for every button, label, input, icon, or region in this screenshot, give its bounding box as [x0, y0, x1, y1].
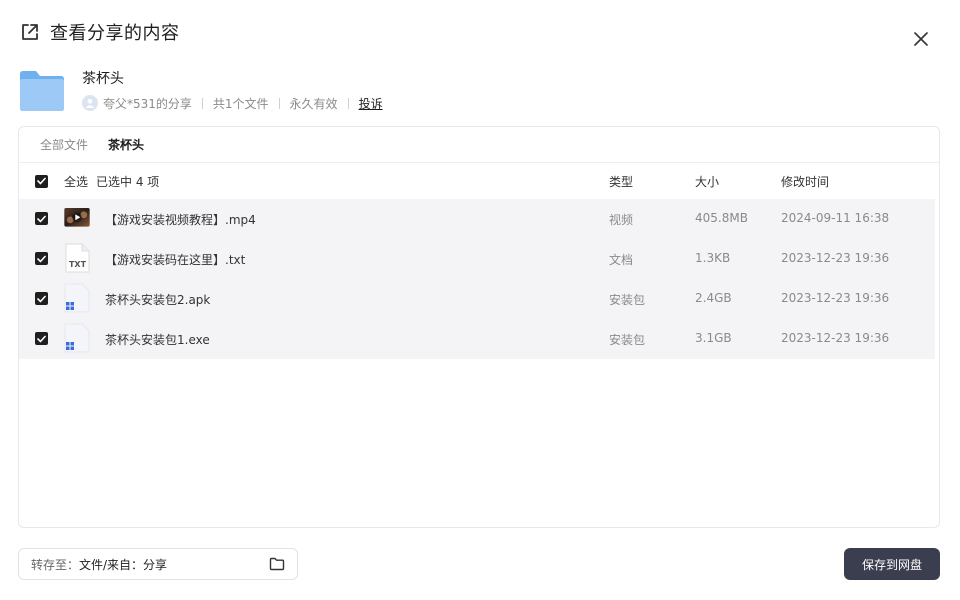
file-modified-time: 2023-12-23 19:36 [781, 291, 890, 305]
meta-divider [347, 97, 349, 109]
sharer-name: 夸父*531的分享 [103, 96, 192, 111]
file-name: 茶杯头安装包1.exe [105, 333, 210, 347]
validity-label: 永久有效 [289, 96, 338, 111]
save-to-label: 转存至： [31, 557, 80, 572]
select-all-checkbox[interactable] [35, 174, 48, 188]
save-to-path: 文件/来自：分享 [79, 557, 168, 572]
dialog-title: 查看分享的内容 [50, 23, 180, 44]
checkmark-icon [37, 335, 46, 342]
file-size: 2.4GB [695, 291, 732, 305]
folder-outline-icon[interactable] [269, 557, 285, 571]
app-package-icon [64, 283, 90, 313]
column-header-time[interactable]: 修改时间 [781, 173, 829, 190]
share-meta: 夸父*531的分享 共1个文件 永久有效 投诉 [82, 94, 383, 112]
file-list: 【游戏安装视频教程】.mp4 视频 405.8MB 2024-09-11 16:… [19, 199, 939, 359]
breadcrumb: 全部文件 茶杯头 [19, 127, 939, 163]
file-name: 茶杯头安装包2.apk [105, 293, 211, 307]
row-checkbox-wrap [35, 332, 48, 345]
row-checkbox[interactable] [35, 292, 48, 305]
save-destination[interactable]: 转存至： 文件/来自：分享 [18, 548, 298, 580]
breadcrumb-all-files[interactable]: 全部文件 [40, 136, 88, 153]
close-button[interactable] [909, 27, 933, 51]
file-type: 视频 [609, 213, 634, 227]
external-share-icon [22, 24, 38, 40]
column-header-size[interactable]: 大小 [695, 173, 719, 190]
checkmark-icon [37, 215, 46, 222]
meta-divider [278, 97, 280, 109]
selected-count: 已选中 4 项 [96, 174, 160, 189]
file-size: 1.3KB [695, 251, 731, 265]
file-modified-time: 2024-09-11 16:38 [781, 211, 890, 225]
table-row[interactable]: 【游戏安装视频教程】.mp4 视频 405.8MB 2024-09-11 16:… [19, 199, 935, 239]
avatar [82, 95, 98, 111]
share-dialog: 查看分享的内容 茶杯头 夸父*531的分享 共1个文件 永久有效 投诉 全部文件… [0, 0, 960, 600]
table-header: 全选 已选中 4 项 类型 大小 修改时间 [19, 163, 939, 199]
table-row[interactable]: 茶杯头安装包1.exe 安装包 3.1GB 2023-12-23 19:36 [19, 319, 935, 359]
video-thumbnail [64, 208, 90, 227]
checkmark-icon [37, 295, 46, 302]
file-panel: 全部文件 茶杯头 全选 已选中 4 项 类型 大小 修改时间 【游戏安装视频教程… [18, 126, 940, 528]
file-size: 405.8MB [695, 211, 748, 225]
checkmark-icon [37, 177, 46, 185]
select-all-label[interactable]: 全选 [64, 173, 88, 190]
column-header-type[interactable]: 类型 [609, 173, 633, 190]
meta-divider [201, 97, 203, 109]
row-checkbox[interactable] [35, 252, 48, 265]
file-type: 安装包 [609, 333, 646, 347]
close-icon [914, 32, 928, 46]
file-count: 共1个文件 [212, 96, 269, 111]
file-size: 3.1GB [695, 331, 732, 345]
row-checkbox-wrap [35, 252, 48, 265]
user-avatar-icon [85, 99, 95, 108]
share-info: 茶杯头 夸父*531的分享 共1个文件 永久有效 投诉 [20, 66, 383, 114]
row-checkbox-wrap [35, 212, 48, 225]
breadcrumb-current-folder: 茶杯头 [108, 138, 145, 152]
txt-label: TXT [69, 260, 87, 269]
file-modified-time: 2023-12-23 19:36 [781, 331, 890, 345]
folder-icon [20, 71, 64, 111]
save-to-drive-button[interactable]: 保存到网盘 [844, 548, 940, 580]
file-modified-time: 2023-12-23 19:36 [781, 251, 890, 265]
txt-file-icon: TXT [65, 243, 90, 273]
select-all-checkbox-wrap [35, 174, 48, 188]
checkmark-icon [37, 255, 46, 262]
share-info-text: 茶杯头 夸父*531的分享 共1个文件 永久有效 投诉 [82, 66, 383, 112]
file-name: 【游戏安装码在这里】.txt [105, 253, 246, 267]
dialog-header: 查看分享的内容 [20, 18, 180, 46]
file-type: 安装包 [609, 293, 646, 307]
app-package-icon [64, 323, 90, 353]
file-type: 文档 [609, 253, 634, 267]
report-link[interactable]: 投诉 [359, 95, 383, 112]
shared-folder-name: 茶杯头 [82, 71, 124, 87]
file-name: 【游戏安装视频教程】.mp4 [105, 213, 256, 227]
table-row[interactable]: TXT 【游戏安装码在这里】.txt 文档 1.3KB 2023-12-23 1… [19, 239, 935, 279]
row-checkbox-wrap [35, 292, 48, 305]
row-checkbox[interactable] [35, 212, 48, 225]
row-checkbox[interactable] [35, 332, 48, 345]
table-row[interactable]: 茶杯头安装包2.apk 安装包 2.4GB 2023-12-23 19:36 [19, 279, 935, 319]
